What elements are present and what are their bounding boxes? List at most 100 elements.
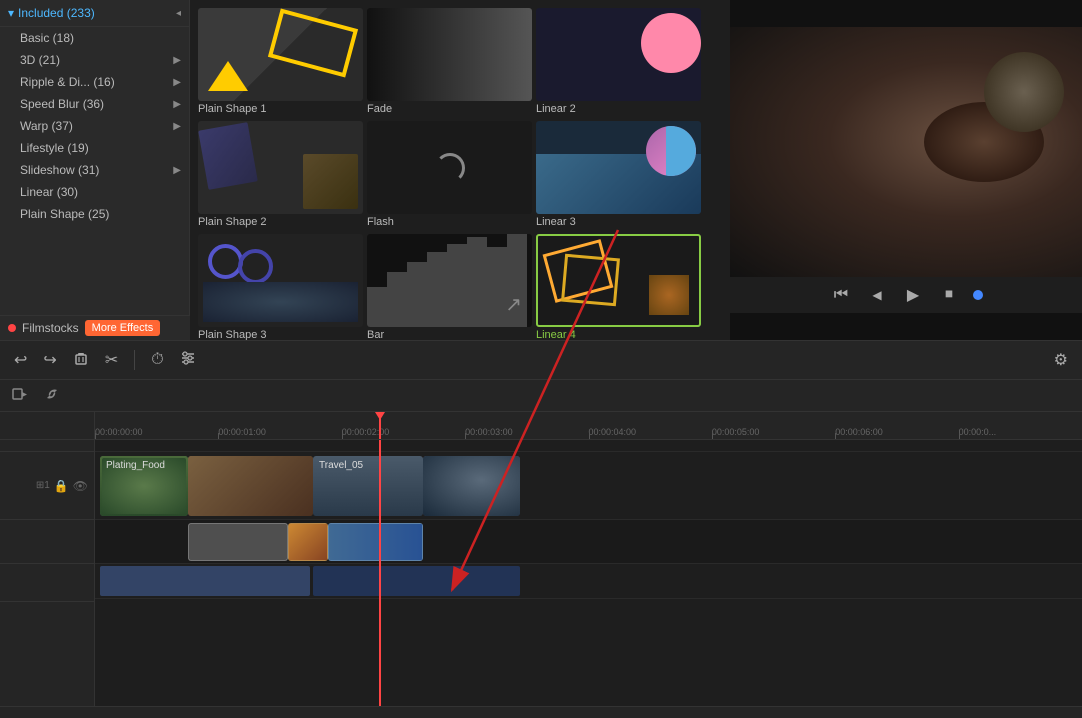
delete-button[interactable] (69, 346, 93, 375)
redo-button[interactable]: ↪ (39, 346, 60, 374)
sidebar-item-speedblur[interactable]: Speed Blur (36) ▶ (0, 93, 189, 115)
link-button[interactable] (40, 384, 64, 407)
history-button[interactable]: ⏱ (147, 347, 167, 373)
effect-clip-right[interactable] (328, 523, 423, 561)
timeline-scrollbar[interactable] (0, 706, 1082, 718)
effect-linear-3-label: Linear 3 (536, 214, 701, 230)
sidebar-item-lifestyle[interactable]: Lifestyle (19) (0, 137, 189, 159)
sidebar-item-plainshape-label: Plain Shape (25) (20, 207, 109, 221)
track-labels: ⊞1 🔒 👁 (0, 440, 95, 706)
sidebar-chevron: ▾ (8, 6, 14, 20)
top-area: ▾ Included (233) ◂ Basic (18) 3D (21) ▶ … (0, 0, 1082, 340)
ruler-mark-4: 00:00:04:00 (589, 427, 712, 439)
effect-plain-shape-3[interactable]: Plain Shape 3 (198, 234, 363, 340)
effect-flash-label: Flash (367, 214, 532, 230)
effect-clip-small[interactable] (288, 523, 328, 561)
track-spacer (95, 440, 1082, 452)
play-button[interactable]: ▶ (901, 283, 925, 307)
sidebar-item-slideshow-arrow: ▶ (173, 165, 181, 176)
video-track-row: Plating_Food Travel_05 (95, 452, 1082, 520)
sidebar-item-ripple[interactable]: Ripple & Di... (16) ▶ (0, 71, 189, 93)
ruler-mark-3: 00:00:03:00 (465, 427, 588, 439)
sidebar-item-warp[interactable]: Warp (37) ▶ (0, 115, 189, 137)
sidebar-item-warp-label: Warp (37) (20, 119, 73, 133)
clip-travel-label: Travel_05 (319, 460, 363, 471)
timeline-area: 00:00:00:00 00:00:01:00 00:00:02:00 00:0… (0, 380, 1082, 718)
clip-plating-food[interactable]: Plating_Food (100, 456, 188, 516)
effect-linear-2[interactable]: Linear 2 (536, 8, 701, 117)
timeline-header-bar (0, 380, 1082, 412)
effect-plain-shape-2-label: Plain Shape 2 (198, 214, 363, 230)
stop-button[interactable]: ⏹ (937, 283, 961, 307)
sidebar-item-linear-label: Linear (30) (20, 185, 78, 199)
linear4-shapes-icon (543, 241, 694, 320)
sidebar-item-warp-arrow: ▶ (173, 121, 181, 132)
playhead-triangle (375, 412, 385, 420)
skip-back-button[interactable]: ⏮ (829, 283, 853, 307)
sidebar-item-3d-arrow: ▶ (173, 55, 181, 66)
bar-arrow-icon: ↗ (505, 292, 522, 317)
effect-linear-4[interactable]: Linear 4 (536, 234, 701, 340)
effect-bar[interactable]: ↗ Bar (367, 234, 532, 340)
ruler-mark-6: 00:00:06:00 (835, 427, 958, 439)
ruler-mark-2: 00:00:02:00 (342, 427, 465, 439)
preview-area: ⏮ ◀ ▶ ⏹ (730, 0, 1082, 340)
sidebar-item-plainshape[interactable]: Plain Shape (25) (0, 203, 189, 225)
shape-triangle-icon (208, 61, 248, 91)
preview-controls: ⏮ ◀ ▶ ⏹ (730, 277, 1082, 313)
ruler-mark-1: 00:00:01:00 (218, 427, 341, 439)
sidebar-item-3d[interactable]: 3D (21) ▶ (0, 49, 189, 71)
effect-linear-4-label: Linear 4 (536, 327, 701, 340)
preview-video (730, 27, 1082, 277)
sidebar-item-basic[interactable]: Basic (18) (0, 27, 189, 49)
sidebar-header[interactable]: ▾ Included (233) ◂ (0, 0, 189, 27)
effects-grid-area: Plain Shape 1 Fade Linear 2 (190, 0, 730, 340)
add-media-button[interactable] (8, 384, 32, 407)
effects-grid: Plain Shape 1 Fade Linear 2 (190, 0, 730, 340)
effect-linear-3[interactable]: Linear 3 (536, 121, 701, 230)
sidebar-item-speedblur-label: Speed Blur (36) (20, 97, 104, 111)
more-effects-button[interactable]: More Effects (85, 320, 161, 336)
clip-travel[interactable]: Travel_05 (313, 456, 423, 516)
sidebar-collapse-icon: ◂ (176, 8, 181, 19)
ruler-mark-7: 00:00:0... (959, 427, 1082, 439)
sidebar-item-slideshow[interactable]: Slideshow (31) ▶ (0, 159, 189, 181)
track-label-spacer (0, 440, 94, 452)
filmstocks-dot (8, 324, 16, 332)
track-label-video: ⊞1 🔒 👁 (0, 452, 94, 520)
settings-button[interactable] (176, 346, 200, 375)
effect-fade-label: Fade (367, 101, 532, 117)
sidebar-item-slideshow-label: Slideshow (31) (20, 163, 99, 177)
timeline-tracks: ⊞1 🔒 👁 Pl (0, 440, 1082, 706)
toolbar-more-button[interactable]: ⚙ (1050, 346, 1072, 374)
clip-food2[interactable] (188, 456, 313, 516)
audio-clip-2[interactable] (313, 566, 520, 596)
shape-circle-pink-icon (641, 13, 701, 73)
sidebar: ▾ Included (233) ◂ Basic (18) 3D (21) ▶ … (0, 0, 190, 340)
effect-clip-white[interactable] (188, 523, 288, 561)
effect-plain-shape-1-label: Plain Shape 1 (198, 101, 363, 117)
track-lock-icon[interactable]: 🔒 (54, 479, 69, 493)
step-back-button[interactable]: ◀ (865, 283, 889, 307)
effect-plain-shape-1[interactable]: Plain Shape 1 (198, 8, 363, 117)
effect-bar-label: Bar (367, 327, 532, 340)
track-visibility-icon[interactable]: 👁 (73, 479, 88, 493)
clip-action[interactable] (423, 456, 520, 516)
effect-fade[interactable]: Fade (367, 8, 532, 117)
sidebar-item-linear[interactable]: Linear (30) (0, 181, 189, 203)
shape-rect-yellow-icon (268, 8, 358, 77)
sidebar-item-lifestyle-label: Lifestyle (19) (20, 141, 89, 155)
cut-button[interactable]: ✂ (101, 346, 122, 374)
toolbar: ↩ ↪ ✂ ⏱ ⚙ (0, 340, 1082, 380)
toolbar-right: ⚙ (1050, 346, 1072, 374)
effect-linear-2-label: Linear 2 (536, 101, 701, 117)
filmstocks-label: Filmstocks (22, 321, 79, 335)
undo-button[interactable]: ↩ (10, 346, 31, 374)
sidebar-item-ripple-arrow: ▶ (173, 77, 181, 88)
effect-plain-shape-2[interactable]: Plain Shape 2 (198, 121, 363, 230)
track-label-effects (0, 520, 94, 564)
ruler-marks: 00:00:00:00 00:00:01:00 00:00:02:00 00:0… (95, 427, 1082, 439)
sidebar-item-3d-label: 3D (21) (20, 53, 60, 67)
audio-clip-1[interactable] (100, 566, 310, 596)
effect-flash[interactable]: Flash (367, 121, 532, 230)
